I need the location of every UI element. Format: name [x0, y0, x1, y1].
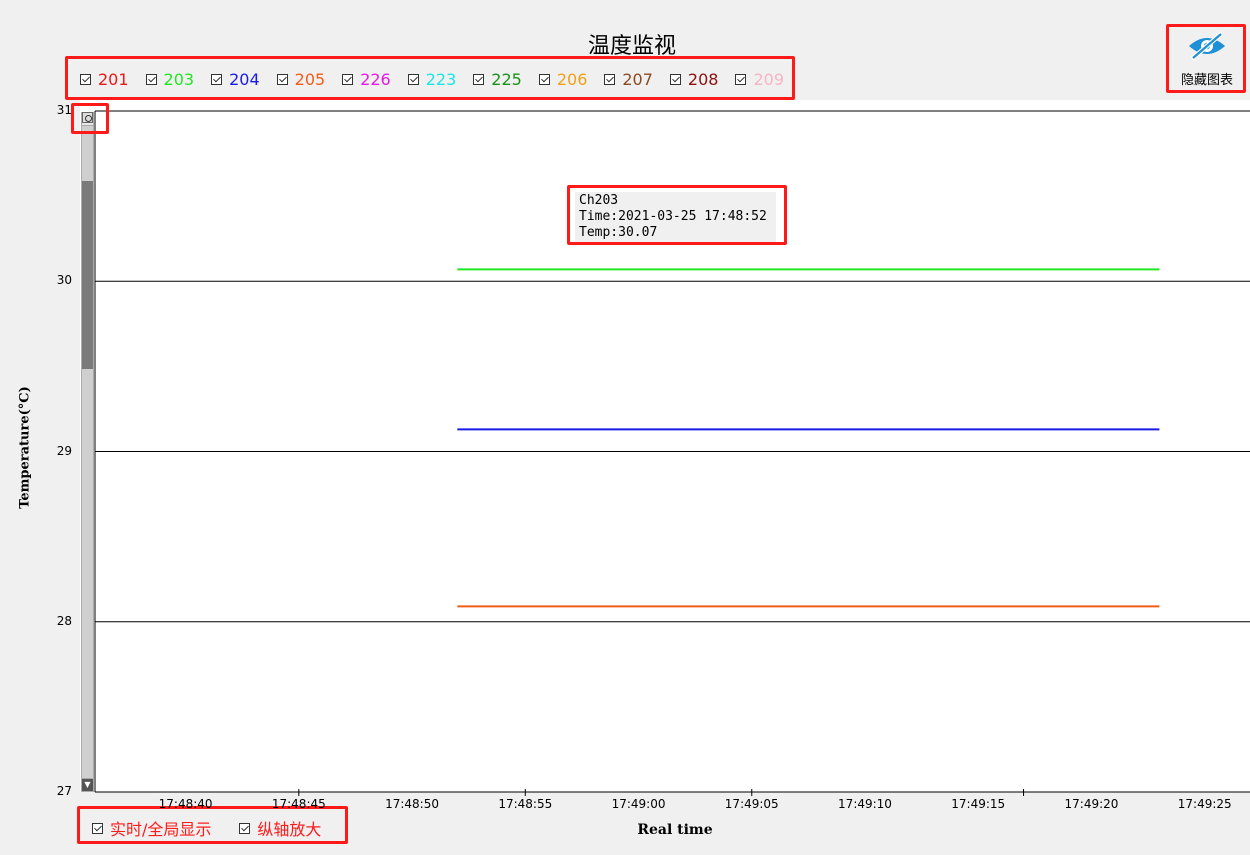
realtime-toggle[interactable]: 实时/全局显示: [92, 816, 211, 840]
temperature-chart: [94, 110, 1250, 796]
x-tick-label: 17:49:10: [838, 797, 892, 811]
x-tick-label: 17:49:05: [724, 797, 779, 811]
data-tooltip: Ch203 Time:2021-03-25 17:48:52 Temp:30.0…: [575, 192, 776, 242]
y-tick-label: 28: [56, 613, 72, 628]
tooltip-time: Time:2021-03-25 17:48:52: [579, 209, 767, 224]
y-tick-label: 31: [56, 103, 72, 117]
x-tick-label: 17:49:25: [1177, 797, 1232, 811]
y-tick-label: 29: [56, 443, 72, 458]
realtime-label: 实时/全局显示: [110, 820, 212, 839]
y-tick-label: 30: [56, 273, 72, 288]
realtime-checkbox[interactable]: [92, 822, 103, 834]
zoom-y-toggle[interactable]: 纵轴放大: [239, 816, 321, 840]
x-tick-label: 17:49:00: [611, 797, 666, 811]
tooltip-temp: Temp:30.07: [579, 225, 658, 240]
x-tick-label: 17:48:45: [271, 797, 326, 811]
y-axis-label: Temperature(°C): [17, 386, 33, 509]
vertical-scrollbar[interactable]: ▲ ▼: [81, 112, 94, 792]
x-tick-label: 17:48:50: [385, 797, 439, 811]
zoom-y-checkbox[interactable]: [239, 822, 251, 834]
x-tick-label: 17:49:15: [951, 797, 1006, 811]
y-tick-label: 27: [56, 784, 72, 798]
x-tick-label: 17:49:20: [1064, 797, 1119, 811]
x-axis-label: Real time: [637, 822, 713, 838]
x-tick-label: 17:48:40: [158, 797, 213, 811]
scrollbar-thumb[interactable]: [82, 181, 93, 369]
zoom-y-label: 纵轴放大: [257, 820, 322, 839]
bottom-options: 实时/全局显示 纵轴放大: [92, 816, 349, 840]
zoom-reset-icon[interactable]: [82, 112, 93, 123]
x-tick-label: 17:48:55: [498, 797, 553, 811]
tooltip-channel: Ch203: [579, 193, 619, 208]
scroll-down-arrow-icon[interactable]: ▼: [82, 778, 93, 791]
